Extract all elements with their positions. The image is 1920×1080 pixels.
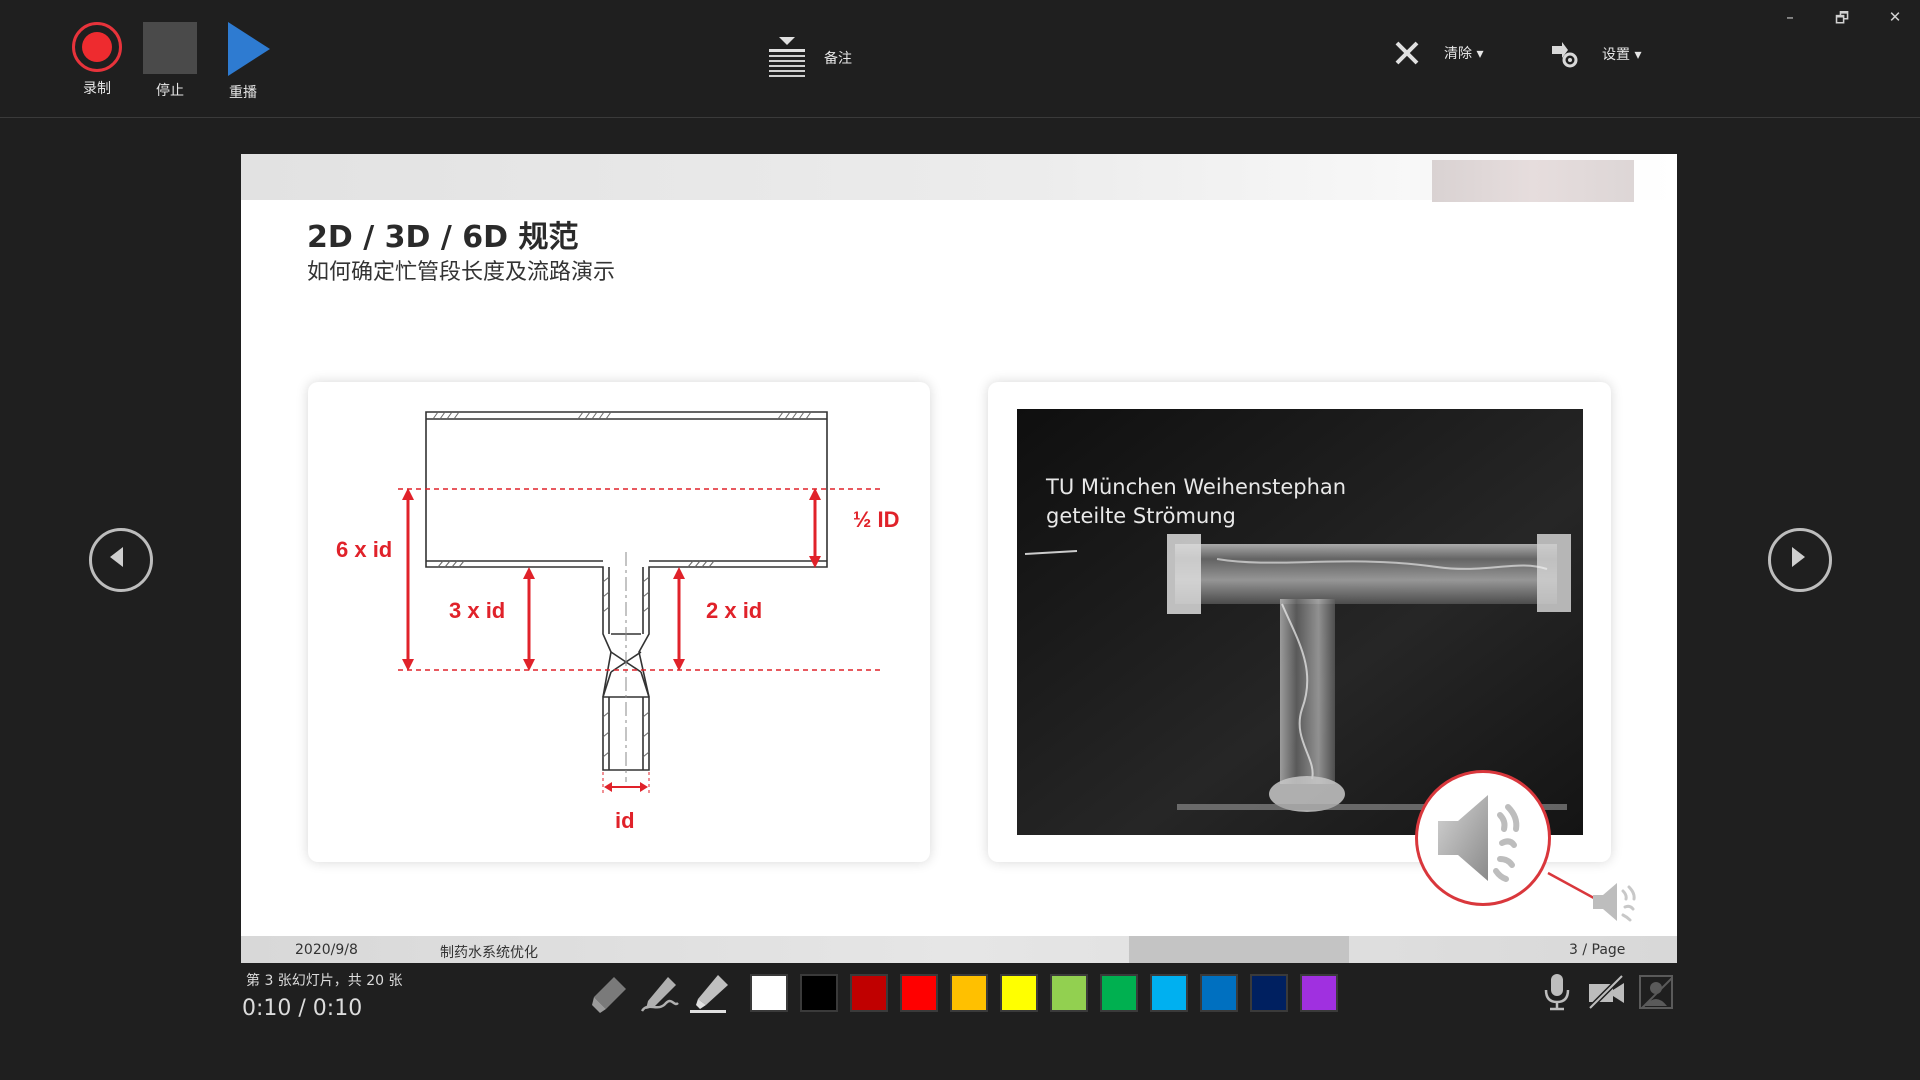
- ink-color-swatch[interactable]: [750, 974, 788, 1012]
- ink-color-swatch[interactable]: [950, 974, 988, 1012]
- chevron-left-icon: [110, 547, 123, 567]
- slide-counter: 第 3 张幻灯片，共 20 张: [246, 973, 403, 989]
- minimize-button[interactable]: –: [1775, 8, 1805, 28]
- record-icon: [72, 22, 122, 72]
- camera-toggle[interactable]: [1586, 972, 1626, 1012]
- footer-accent: [1129, 936, 1349, 963]
- slide-logo: [1432, 160, 1634, 202]
- highlighter-tool[interactable]: [688, 973, 730, 1015]
- chevron-right-icon: [1792, 547, 1805, 567]
- slide-subtitle: 如何确定忙管段长度及流路演示: [307, 260, 616, 285]
- footer-date: 2020/9/8: [295, 942, 358, 958]
- ink-color-swatch[interactable]: [1300, 974, 1338, 1012]
- eraser-icon: [592, 977, 626, 1013]
- notes-label: 备注: [824, 51, 852, 67]
- speaker-small-icon: [1593, 883, 1636, 922]
- label-half-id: ½ ID: [853, 507, 899, 532]
- audio-object-button[interactable]: [1589, 879, 1647, 925]
- recording-toolbar: 录制 停止 重播 备注 清除 ▾ 设置 ▾ – 🗗 ✕: [0, 0, 1920, 118]
- ink-color-swatch[interactable]: [900, 974, 938, 1012]
- camera-preview-toggle[interactable]: [1636, 972, 1676, 1012]
- stop-icon: [143, 22, 197, 74]
- eraser-tool[interactable]: [588, 973, 630, 1015]
- camera-off-icon: [1588, 974, 1624, 1010]
- ink-color-swatch[interactable]: [1000, 974, 1038, 1012]
- microphone-toggle[interactable]: [1537, 972, 1577, 1012]
- ink-color-swatch[interactable]: [1200, 974, 1238, 1012]
- record-label: 录制: [83, 81, 111, 97]
- gear-icon: [1552, 42, 1578, 68]
- close-button[interactable]: ✕: [1880, 8, 1910, 28]
- slide-title: 2D / 3D / 6D 规范: [307, 220, 579, 255]
- settings-button[interactable]: 设置 ▾: [1550, 40, 1641, 68]
- dead-leg-diagram: 6 x id 3 x id 2 x id ½ ID id: [336, 411, 899, 833]
- stop-button[interactable]: 停止: [135, 22, 205, 100]
- label-3xid: 3 x id: [449, 598, 505, 623]
- replay-label: 重播: [229, 85, 257, 101]
- ink-color-swatch[interactable]: [1150, 974, 1188, 1012]
- video-caption: TU München Weihenstephan geteilte Strömu…: [1046, 473, 1346, 531]
- camera-preview-off-icon: [1639, 975, 1673, 1009]
- video-caption-line2: geteilte Strömung: [1046, 504, 1236, 528]
- video-caption-line1: TU München Weihenstephan: [1046, 475, 1347, 499]
- audio-callout-button[interactable]: [1415, 770, 1551, 906]
- stop-label: 停止: [156, 83, 184, 99]
- slide-footer: 2020/9/8 制药水系统优化 3 / Page: [241, 936, 1677, 963]
- ink-color-swatch[interactable]: [1100, 974, 1138, 1012]
- replay-button[interactable]: 重播: [208, 22, 278, 102]
- previous-slide-button[interactable]: [89, 528, 153, 592]
- ink-color-swatch[interactable]: [800, 974, 838, 1012]
- microphone-icon: [1544, 974, 1570, 1011]
- ink-color-swatch[interactable]: [1250, 974, 1288, 1012]
- settings-label: 设置 ▾: [1602, 47, 1642, 63]
- restore-button[interactable]: 🗗: [1827, 8, 1857, 28]
- highlighter-icon: [690, 975, 728, 1013]
- slide-canvas: 2D / 3D / 6D 规范 如何确定忙管段长度及流路演示 6 x id 3 …: [241, 154, 1677, 963]
- notes-button[interactable]: 备注: [768, 36, 852, 80]
- ink-color-swatch[interactable]: [1050, 974, 1088, 1012]
- pen-tool[interactable]: [638, 973, 680, 1015]
- play-icon: [228, 22, 270, 76]
- clear-label: 清除 ▾: [1444, 46, 1484, 62]
- record-button[interactable]: 录制: [62, 22, 132, 98]
- speaker-icon: [1438, 795, 1520, 882]
- recording-timer: 0:10 / 0:10: [242, 996, 363, 1021]
- label-id: id: [615, 808, 635, 833]
- notes-icon: [769, 37, 805, 77]
- clear-button[interactable]: 清除 ▾: [1394, 40, 1483, 66]
- pen-icon: [640, 977, 679, 1012]
- dead-leg-diagram-panel: 6 x id 3 x id 2 x id ½ ID id: [308, 382, 930, 862]
- label-2xid: 2 x id: [706, 598, 762, 623]
- next-slide-button[interactable]: [1768, 528, 1832, 592]
- close-x-icon: [1395, 41, 1419, 65]
- footer-page: 3 / Page: [1569, 942, 1626, 958]
- ink-color-swatch[interactable]: [850, 974, 888, 1012]
- label-6xid: 6 x id: [336, 537, 392, 562]
- footer-subject: 制药水系统优化: [440, 945, 538, 961]
